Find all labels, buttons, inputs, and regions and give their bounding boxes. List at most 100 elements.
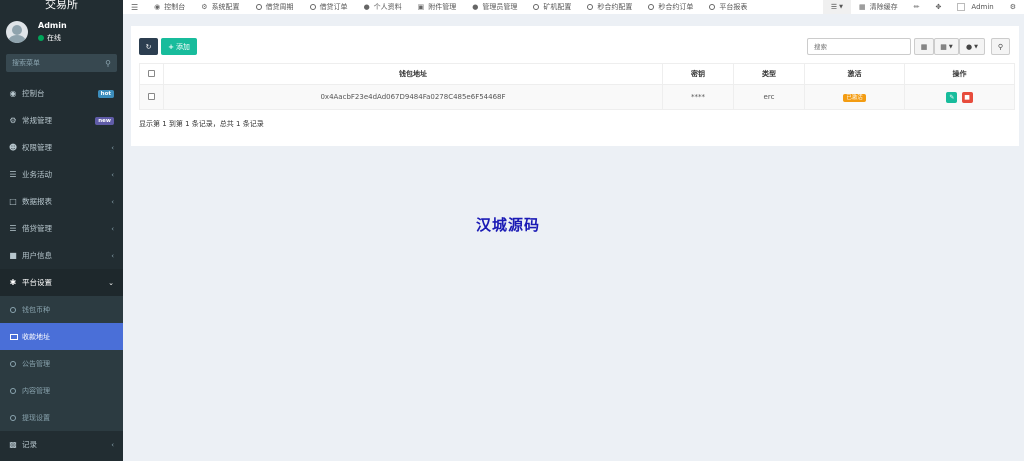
refresh-icon: ↻: [145, 42, 152, 51]
chevron-left-icon: ‹: [111, 440, 114, 449]
tab-profile[interactable]: ● 个人资料: [356, 0, 410, 14]
sidebar-item-label: 常规管理: [22, 116, 52, 125]
add-button[interactable]: + 添加: [161, 38, 197, 55]
list-icon: ☰: [830, 3, 838, 11]
sidebar-item-general[interactable]: ⚙ 常规管理 new: [0, 107, 123, 134]
add-label: 添加: [175, 42, 190, 51]
tab-contract-orders[interactable]: 秒合约订单: [640, 0, 701, 14]
sidebar-item-label: 控制台: [22, 89, 45, 98]
tab-contract-config[interactable]: 秒合约配置: [579, 0, 640, 14]
fullscreen-button[interactable]: ✥: [928, 0, 950, 14]
admin-label: Admin: [971, 3, 994, 11]
sidebar-search-input[interactable]: [12, 59, 92, 67]
data-table: 钱包地址 密钥 类型 激活 操作 0x4AacbF23e4dAd067D9484…: [139, 63, 1015, 110]
table-row: 0x4AacbF23e4dAd067D9484Fa0278C485e6F5446…: [139, 84, 1015, 110]
export-dropdown-button[interactable]: ● ▼: [959, 38, 985, 55]
menu-toggle[interactable]: ☰: [123, 0, 146, 14]
search-icon[interactable]: ⚲: [105, 59, 111, 68]
brand-logo[interactable]: 交易所: [0, 0, 123, 14]
user-name: Admin: [38, 21, 67, 30]
tab-label: 平台报表: [719, 3, 748, 11]
tab-list-dropdown[interactable]: ☰ ▼: [822, 0, 852, 14]
select-all-checkbox[interactable]: [148, 69, 155, 77]
cogs-icon: ⚙: [9, 116, 17, 125]
sidebar-subitem-receive-address[interactable]: 收款地址: [0, 323, 123, 350]
tab-label: 附件管理: [428, 3, 457, 11]
col-header-key[interactable]: 密钥: [662, 63, 734, 85]
tab-miner-config[interactable]: 矿机配置: [525, 0, 579, 14]
watermark-text: 汉城源码: [476, 216, 541, 234]
columns-dropdown-button[interactable]: ▦ ▼: [934, 38, 959, 55]
delete-button[interactable]: ■: [961, 91, 973, 103]
sidebar-search: ⚲: [6, 54, 117, 72]
chevron-left-icon: ‹: [111, 143, 114, 152]
user-export-icon: ●: [966, 42, 973, 51]
sidebar-subitem-label: 收款地址: [22, 332, 50, 341]
sidebar-subitem-announcements[interactable]: 公告管理: [0, 350, 123, 377]
type-cell: erc: [733, 84, 805, 110]
sidebar-item-platform[interactable]: ✱ 平台设置 ⌄: [0, 269, 123, 296]
chevron-left-icon: ‹: [111, 251, 114, 260]
pencil-icon: ✎: [949, 93, 955, 101]
row-select-cell: [139, 84, 164, 110]
caret-down-icon: ▼: [948, 43, 953, 50]
avatar-image-icon: [957, 3, 966, 11]
col-header-active[interactable]: 激活: [804, 63, 905, 85]
tab-system-config[interactable]: ⚙ 系统配置: [193, 0, 247, 14]
user-panel: Admin 在线: [0, 14, 123, 50]
row-checkbox[interactable]: [148, 92, 155, 100]
settings-button[interactable]: ⚙: [1002, 0, 1024, 14]
columns-icon: ▦: [940, 42, 947, 51]
tab-label: 借贷订单: [319, 3, 348, 11]
sidebar-item-records[interactable]: ▩ 记录 ‹: [0, 431, 123, 458]
group-icon: ☻: [8, 143, 18, 152]
admin-menu[interactable]: Admin: [949, 0, 1001, 14]
tab-loan-period[interactable]: 借贷周期: [248, 0, 302, 14]
topbar: ☰ ◉ 控制台 ⚙ 系统配置 借贷周期 借贷订单 ● 个人资料 ▣ 附件管理 ● 管理员管…: [123, 0, 1024, 14]
tab-attachments[interactable]: ▣ 附件管理: [410, 0, 465, 14]
sidebar-item-dashboard[interactable]: ◉ 控制台 hot: [0, 80, 123, 107]
table-search-input[interactable]: [807, 38, 911, 55]
circle-icon: [587, 4, 594, 10]
language-button[interactable]: ✏: [906, 0, 928, 14]
tab-label: 控制台: [164, 3, 186, 11]
chevron-left-icon: ‹: [111, 197, 114, 206]
col-header-address[interactable]: 钱包地址: [163, 63, 663, 85]
avatar: [6, 21, 28, 43]
sidebar-item-loans[interactable]: ☰ 借贷管理 ‹: [0, 215, 123, 242]
refresh-button[interactable]: ↻: [139, 38, 158, 55]
sidebar-item-permission[interactable]: ☻ 权限管理 ‹: [0, 134, 123, 161]
circle-icon: [10, 387, 16, 394]
toggle-view-button[interactable]: ▦: [914, 38, 934, 55]
col-header-type[interactable]: 类型: [733, 63, 805, 85]
sidebar-item-reports[interactable]: □ 数据报表 ‹: [0, 188, 123, 215]
search-toggle-button[interactable]: ⚲: [991, 38, 1010, 55]
circle-icon: [533, 4, 540, 10]
tab-dashboard[interactable]: ◉ 控制台: [146, 0, 193, 14]
active-status-badge: 已激活: [843, 94, 866, 102]
sidebar-subitem-wallet-coins[interactable]: 钱包币种: [0, 296, 123, 323]
sidebar-subitem-label: 内容管理: [22, 386, 50, 395]
sidebar-subitem-withdraw-settings[interactable]: 提现设置: [0, 404, 123, 431]
tab-platform-reports[interactable]: 平台报表: [701, 0, 755, 14]
col-header-actions: 操作: [904, 63, 1015, 85]
edit-button[interactable]: ✎: [946, 91, 958, 103]
sidebar-subitem-content[interactable]: 内容管理: [0, 377, 123, 404]
caret-down-icon: ▼: [974, 43, 978, 50]
gear-icon: ⚙: [201, 3, 208, 11]
user-icon: ●: [472, 3, 479, 11]
trash-icon: ■: [964, 93, 970, 101]
sidebar-item-users[interactable]: ■ 用户信息 ‹: [0, 242, 123, 269]
tab-loan-orders[interactable]: 借贷订单: [302, 0, 356, 14]
tab-label: 个人资料: [373, 3, 402, 11]
actions-cell: ✎ ■: [904, 84, 1015, 110]
tab-label: 管理员管理: [482, 3, 518, 11]
circle-icon: [309, 4, 316, 10]
sidebar: 交易所 Admin 在线 ⚲ ◉ 控制台 hot ⚙ 常规管理 new ☻ 权限…: [0, 0, 123, 461]
tab-label: 秒合约配置: [597, 3, 633, 11]
user-icon: ●: [363, 3, 370, 11]
search-icon: ⚲: [997, 42, 1004, 51]
clear-cache-button[interactable]: ▦ 清除缓存: [851, 0, 906, 14]
sidebar-item-business[interactable]: ☰ 业务活动 ‹: [0, 161, 123, 188]
tab-admin-management[interactable]: ● 管理员管理: [464, 0, 525, 14]
